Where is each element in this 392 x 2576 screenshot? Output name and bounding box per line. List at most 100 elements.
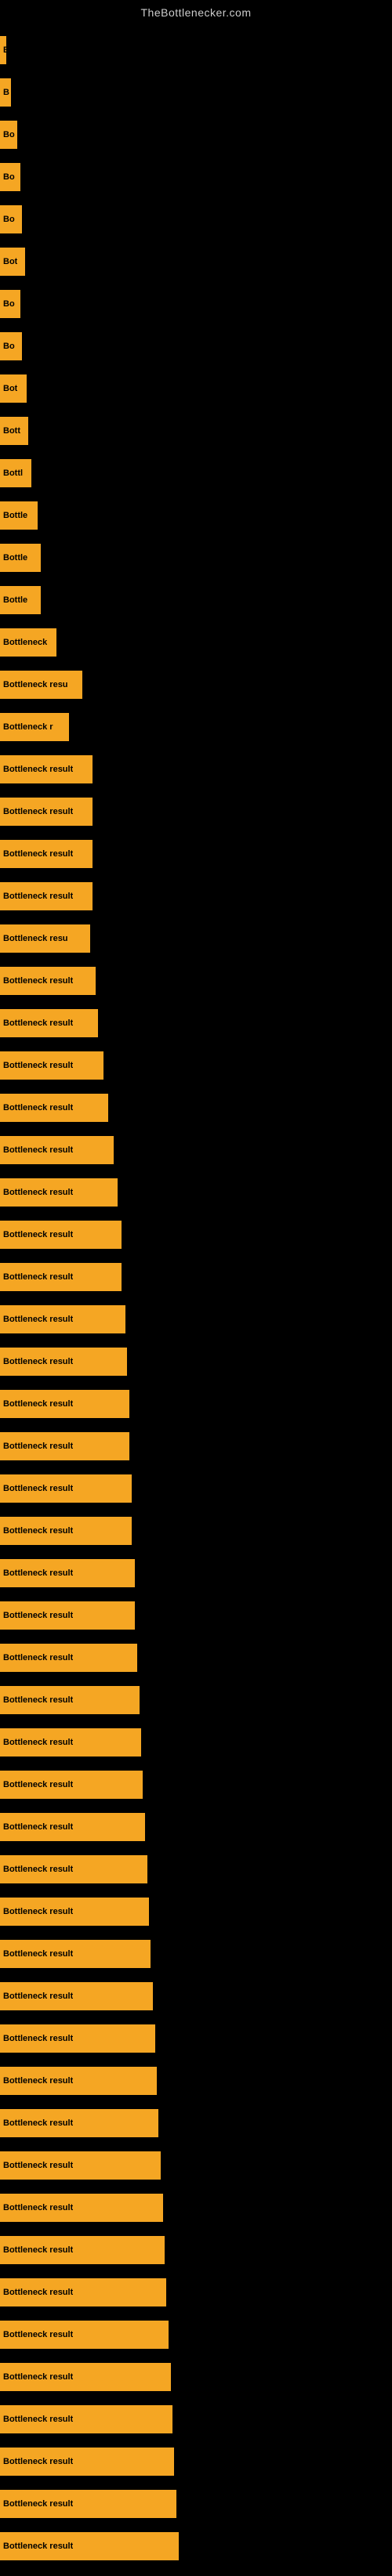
- bar-row: Bottleneck result: [0, 961, 392, 1001]
- bar-row: Bottleneck result: [0, 1637, 392, 1678]
- bar-row: Bottleneck result: [0, 1341, 392, 1382]
- bar-label: Bottleneck result: [3, 849, 73, 859]
- bar-label: Bottleneck result: [3, 1949, 73, 1959]
- bar-row: Bottleneck result: [0, 2230, 392, 2270]
- bar-item: Bottleneck result: [0, 2109, 158, 2137]
- bar-item: Bottleneck result: [0, 2194, 163, 2222]
- bar-label: Bottleneck: [3, 638, 47, 647]
- bar-label: Bot: [3, 384, 17, 393]
- bar-item: Bottleneck result: [0, 1263, 122, 1291]
- bar-row: Bottleneck result: [0, 2103, 392, 2144]
- bar-row: Bottleneck result: [0, 749, 392, 790]
- bar-item: Bottleneck result: [0, 1474, 132, 1503]
- bar-item: Bottleneck result: [0, 1644, 137, 1672]
- bar-label: Bottle: [3, 553, 27, 563]
- bar-label: Bottleneck result: [3, 1018, 73, 1028]
- bar-row: Bottleneck r: [0, 707, 392, 747]
- bar-item: Bottleneck result: [0, 1813, 145, 1841]
- bar-row: Bottleneck result: [0, 2526, 392, 2567]
- bar-item: Bottleneck result: [0, 2405, 172, 2433]
- bar-label: Bottleneck result: [3, 2330, 73, 2339]
- bar-item: Bottleneck result: [0, 798, 93, 826]
- bar-label: Bottleneck result: [3, 1145, 73, 1155]
- bar-item: Bottleneck result: [0, 882, 93, 910]
- bar-item: Bottleneck result: [0, 755, 93, 783]
- bar-item: Bottleneck result: [0, 1009, 98, 1037]
- bar-item: Bottleneck result: [0, 840, 93, 868]
- bar-row: Bottleneck result: [0, 1553, 392, 1594]
- bar-item: Bottleneck result: [0, 2067, 157, 2095]
- bar-label: Bottleneck resu: [3, 934, 68, 943]
- bar-row: Bo: [0, 284, 392, 324]
- bar-item: Bottleneck result: [0, 2321, 169, 2349]
- bar-item: Bottleneck: [0, 628, 56, 657]
- bar-label: B: [3, 45, 6, 55]
- bar-label: Bottleneck result: [3, 1865, 73, 1874]
- bar-label: Bottleneck result: [3, 2203, 73, 2212]
- bar-item: Bottleneck result: [0, 1348, 127, 1376]
- bar-label: Bottleneck result: [3, 1399, 73, 1409]
- bar-row: Bottleneck result: [0, 876, 392, 917]
- bar-label: Bottleneck result: [3, 2161, 73, 2170]
- bar-label: Bottle: [3, 511, 27, 520]
- bar-item: Bottleneck result: [0, 1686, 140, 1714]
- bar-row: Bottleneck result: [0, 1468, 392, 1509]
- bar-row: Bottleneck result: [0, 1045, 392, 1086]
- bar-row: Bottleneck result: [0, 1722, 392, 1763]
- site-title: TheBottlenecker.com: [0, 0, 392, 22]
- bar-label: Bottleneck result: [3, 807, 73, 816]
- bar-label: Bottleneck result: [3, 2245, 73, 2255]
- bar-label: Bottleneck result: [3, 2118, 73, 2128]
- bar-row: Bottleneck result: [0, 2484, 392, 2524]
- bar-item: B: [0, 36, 6, 64]
- bar-label: Bottleneck result: [3, 2457, 73, 2466]
- bar-row: Bottleneck result: [0, 2357, 392, 2397]
- bar-row: Bottleneck result: [0, 1807, 392, 1847]
- bar-row: B: [0, 30, 392, 71]
- bar-item: Bottleneck result: [0, 1601, 135, 1630]
- bar-row: Bottleneck result: [0, 1130, 392, 1170]
- bar-label: Bottleneck result: [3, 1526, 73, 1536]
- bar-item: Bottleneck result: [0, 1305, 125, 1333]
- bar-label: Bottleneck result: [3, 1780, 73, 1789]
- bar-label: Bottleneck result: [3, 1103, 73, 1113]
- bar-row: Bot: [0, 368, 392, 409]
- bar-item: Bottleneck result: [0, 2532, 179, 2560]
- bar-label: Bottleneck result: [3, 1695, 73, 1705]
- bar-item: Bot: [0, 374, 27, 403]
- bar-item: Bottleneck result: [0, 2236, 165, 2264]
- bar-label: Bottleneck result: [3, 1907, 73, 1916]
- bar-item: Bottleneck result: [0, 1559, 135, 1587]
- bar-item: Bottleneck result: [0, 2151, 161, 2180]
- bar-label: Bo: [3, 172, 15, 182]
- bar-item: Bottleneck result: [0, 1178, 118, 1207]
- bar-label: Bottleneck result: [3, 1611, 73, 1620]
- bar-item: Bottleneck result: [0, 1221, 122, 1249]
- bar-item: Bottleneck result: [0, 1855, 147, 1883]
- bar-label: B: [3, 88, 9, 97]
- bar-label: Bottleneck result: [3, 1738, 73, 1747]
- bar-item: Bottleneck result: [0, 1517, 132, 1545]
- bar-item: Bottl: [0, 459, 31, 487]
- bar-item: Bottleneck result: [0, 2024, 155, 2053]
- bar-item: Bottleneck result: [0, 1982, 153, 2010]
- bar-item: Bottleneck result: [0, 2490, 176, 2518]
- bar-item: Bottleneck result: [0, 1094, 108, 1122]
- bar-label: Bottleneck result: [3, 1188, 73, 1197]
- bar-row: Bot: [0, 241, 392, 282]
- bar-item: Bo: [0, 121, 17, 149]
- bar-label: Bo: [3, 215, 15, 224]
- bar-row: Bottleneck resu: [0, 664, 392, 705]
- bar-item: Bottleneck r: [0, 713, 69, 741]
- bar-label: Bottleneck result: [3, 976, 73, 986]
- bar-label: Bottleneck result: [3, 1653, 73, 1662]
- bar-item: Bottleneck result: [0, 967, 96, 995]
- bar-label: Bo: [3, 130, 15, 139]
- bar-item: Bottleneck result: [0, 1940, 151, 1968]
- bar-label: Bottleneck result: [3, 2034, 73, 2043]
- bar-label: Bottleneck result: [3, 1822, 73, 1832]
- bar-row: Bottleneck result: [0, 2187, 392, 2228]
- bar-row: Bottleneck result: [0, 2018, 392, 2059]
- bar-row: Bo: [0, 199, 392, 240]
- bar-label: Bottleneck result: [3, 765, 73, 774]
